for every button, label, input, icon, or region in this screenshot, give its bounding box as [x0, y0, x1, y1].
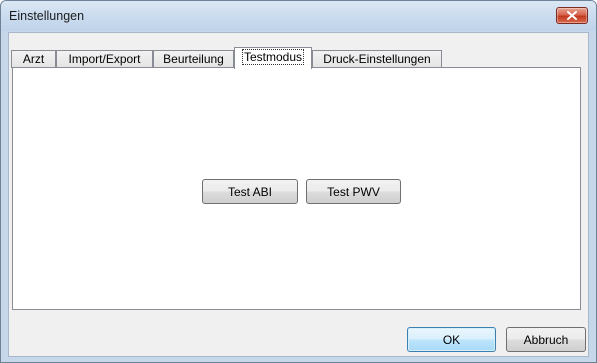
window-title: Einstellungen	[9, 9, 85, 23]
test-pwv-button[interactable]: Test PWV	[306, 179, 401, 204]
tab-arzt[interactable]: Arzt	[11, 50, 56, 68]
tab-label: Arzt	[22, 52, 45, 66]
tab-label: Druck-Einstellungen	[323, 52, 431, 66]
close-button[interactable]	[556, 7, 588, 24]
tab-beurteilung[interactable]: Beurteilung	[153, 50, 234, 68]
cancel-button[interactable]: Abbruch	[506, 327, 586, 352]
testmodus-panel: Test ABI Test PWV	[12, 67, 581, 310]
tab-testmodus[interactable]: Testmodus	[234, 47, 312, 69]
tab-label: Import/Export	[68, 52, 141, 66]
tab-label: Testmodus	[241, 49, 305, 65]
tab-import-export[interactable]: Import/Export	[56, 50, 153, 68]
test-abi-button[interactable]: Test ABI	[202, 179, 298, 204]
close-x-icon	[567, 11, 577, 20]
tab-druck-einstellungen[interactable]: Druck-Einstellungen	[312, 50, 442, 68]
title-bar[interactable]: Einstellungen	[1, 1, 596, 31]
ok-button[interactable]: OK	[407, 327, 496, 352]
tab-label: Beurteilung	[163, 52, 224, 66]
